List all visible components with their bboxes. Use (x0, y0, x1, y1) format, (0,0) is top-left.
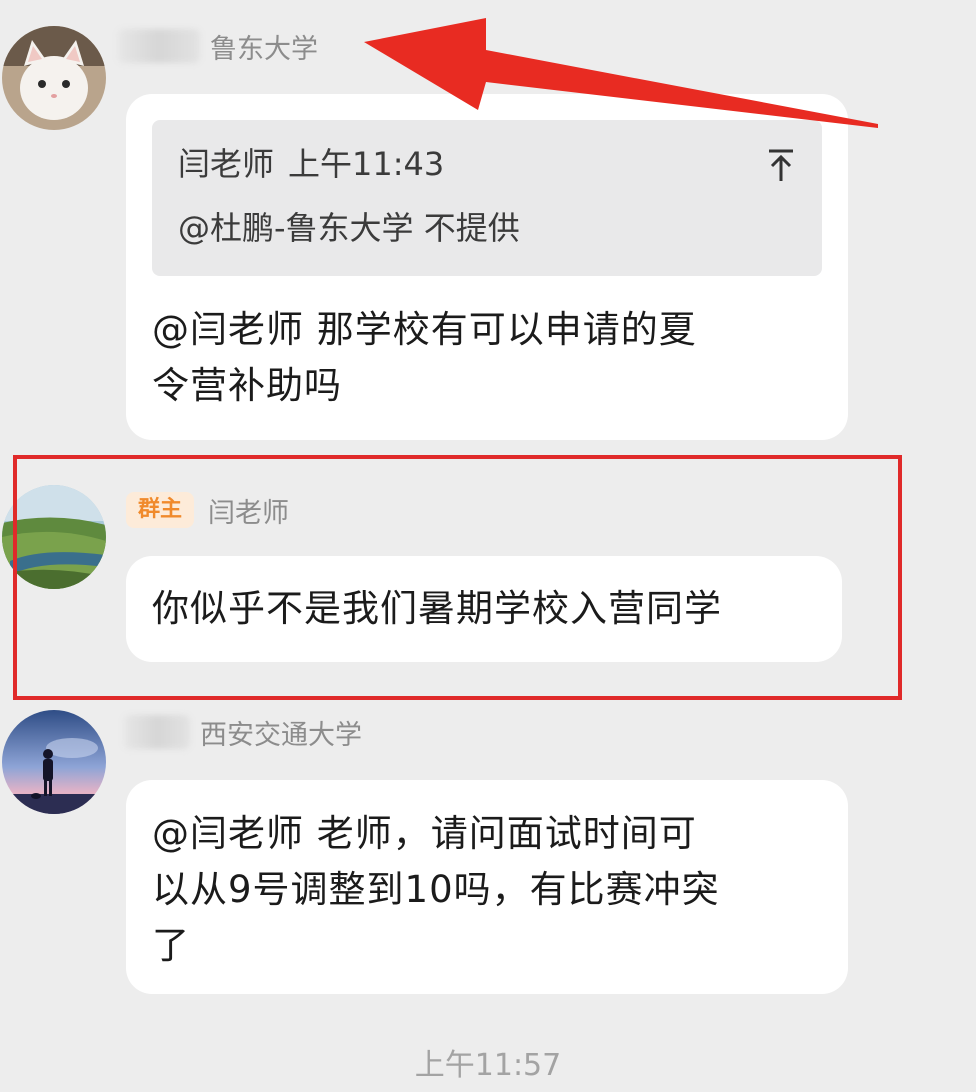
quote-author: 闫老师 (178, 145, 275, 183)
message-bubble[interactable]: 闫老师 上午11:43 @杜鹏-鲁东大学 不提供 @闫老师 那学校有可以申请的夏 … (126, 94, 848, 440)
avatar-cat[interactable] (2, 26, 106, 130)
avatar-silhouette[interactable] (2, 710, 106, 814)
message-line: @闫老师 那学校有可以申请的夏 (152, 308, 697, 351)
message-line: 令营补助吗 (152, 364, 342, 407)
message-text: @闫老师 那学校有可以申请的夏 令营补助吗 (152, 302, 832, 414)
chat-window: 鲁东大学 闫老师 上午11:43 @杜鹏-鲁东大学 不提供 @闫老师 那学校有可以… (0, 0, 976, 1092)
sender-line: 鲁东大学 (118, 26, 318, 66)
message-bubble[interactable]: @闫老师 老师，请问面试时间可 以从9号调整到10吗，有比赛冲突 了 (126, 780, 848, 994)
sender-school: 西安交通大学 (200, 719, 362, 751)
message-text: @闫老师 老师，请问面试时间可 以从9号调整到10吗，有比赛冲突 了 (152, 806, 832, 974)
message-line: 以从9号调整到10吗，有比赛冲突 (152, 868, 720, 911)
quote-text: @杜鹏-鲁东大学 不提供 (178, 209, 520, 247)
blurred-sender-name (124, 715, 190, 749)
blurred-sender-name (118, 29, 200, 63)
arrow-up-to-top-icon[interactable] (766, 148, 796, 184)
message-line: 了 (152, 924, 190, 967)
sender-line: 西安交通大学 (124, 712, 362, 752)
time-divider: 上午11:57 (414, 1048, 562, 1083)
quote-header: 闫老师 上午11:43 (178, 142, 796, 186)
message-line: @闫老师 老师，请问面试时间可 (152, 812, 697, 855)
quote-time: 上午11:43 (288, 145, 445, 183)
highlight-annotation-box (13, 455, 902, 700)
sender-school: 鲁东大学 (210, 33, 318, 65)
quoted-message[interactable]: 闫老师 上午11:43 @杜鹏-鲁东大学 不提供 (152, 120, 822, 276)
